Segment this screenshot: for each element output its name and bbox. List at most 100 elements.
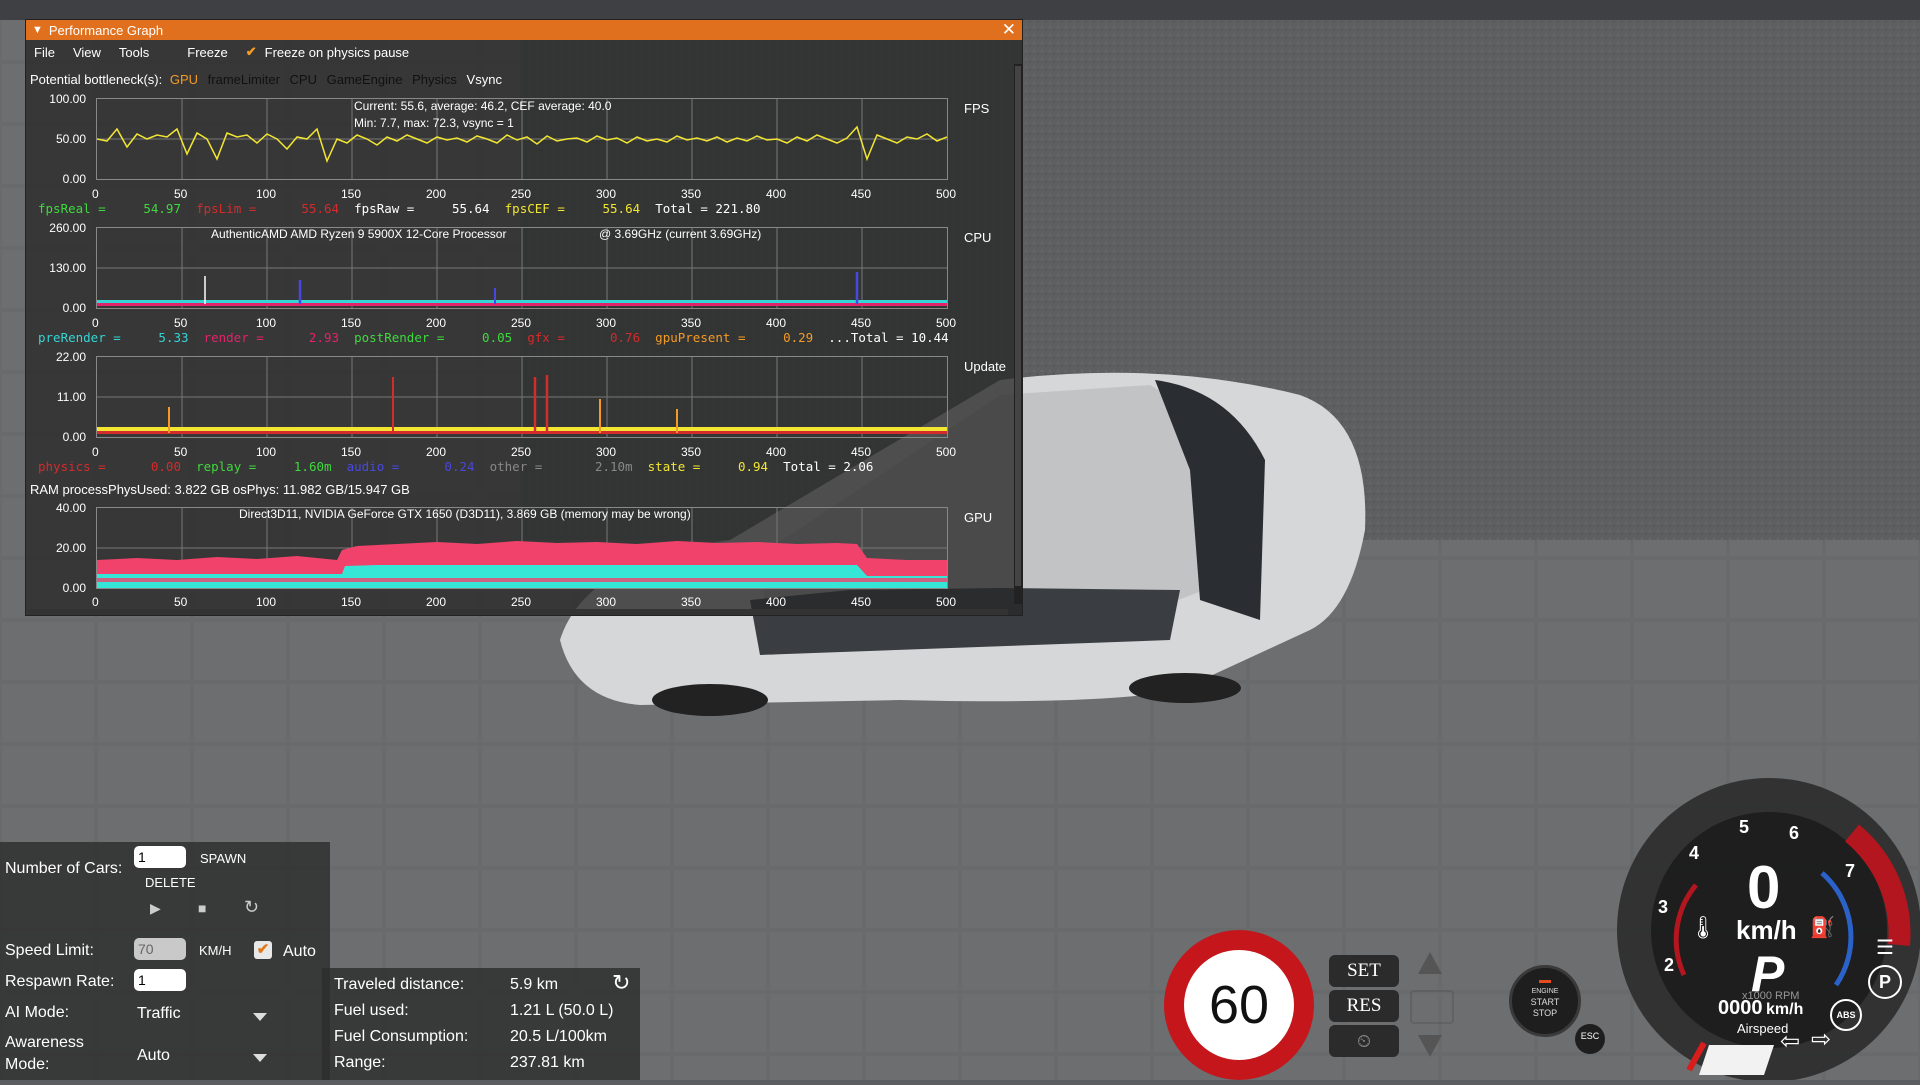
chevron-down-icon[interactable]	[253, 1054, 267, 1062]
checkmark-icon[interactable]: ✔	[246, 44, 257, 60]
speed-readout: 0	[1747, 854, 1781, 921]
fps-xtick: 250	[511, 187, 532, 201]
legend-gpupresent: gpuPresent = 0.29	[655, 330, 814, 345]
menu-file[interactable]: File	[34, 45, 55, 60]
respawn-rate-input[interactable]	[134, 969, 186, 991]
speed-unit: km/h	[1736, 915, 1797, 945]
coolant-temp-icon: 🌡	[1689, 915, 1717, 940]
fps-xtick: 200	[426, 187, 447, 201]
legend-fpslim: fpsLim = 55.64	[196, 201, 340, 216]
update-xtick: 250	[511, 445, 532, 459]
trip-value: 5.9 km	[510, 976, 559, 993]
stop-icon[interactable]: ■	[198, 900, 206, 916]
gauge-num: 7	[1845, 861, 1856, 881]
num-cars-input[interactable]	[134, 846, 186, 868]
legend-render: render = 2.93	[203, 330, 340, 345]
cpu-xtick: 250	[511, 316, 532, 330]
horizontal-scrollbar[interactable]	[28, 609, 1008, 615]
cpu-xtick: 450	[851, 316, 872, 330]
close-icon[interactable]: ✕	[1002, 20, 1016, 40]
freeze-on-physics-pause-toggle[interactable]: Freeze on physics pause	[265, 45, 410, 60]
turn-left-icon: ⇦	[1780, 1028, 1801, 1055]
update-xtick: 400	[766, 445, 787, 459]
cruise-down-icon[interactable]	[1418, 1035, 1442, 1057]
ai-mode-label: AI Mode:	[5, 1004, 70, 1021]
gpu-xtick: 450	[851, 595, 872, 609]
rpm-bar	[1699, 1045, 1774, 1075]
update-xtick: 200	[426, 445, 447, 459]
ram-info: RAM processPhysUsed: 3.822 GB osPhys: 11…	[30, 482, 410, 497]
engine-label-2: START	[1530, 997, 1560, 1007]
bottleneck-vsync: Vsync	[466, 72, 502, 87]
speed-limit-input[interactable]	[134, 938, 186, 960]
esc-button[interactable]: ESC	[1575, 1024, 1605, 1054]
freeze-toggle[interactable]: Freeze	[187, 45, 227, 60]
cruise-distance-icon[interactable]	[1410, 990, 1454, 1024]
scrollbar-thumb[interactable]	[1015, 66, 1021, 586]
cpu-xtick: 300	[596, 316, 617, 330]
window-titlebar[interactable]: ▼ Performance Graph ✕	[26, 20, 1022, 40]
engine-start-stop-button[interactable]: ENGINE START STOP	[1509, 965, 1581, 1037]
gpu-ytick: 0.00	[62, 581, 86, 595]
cpu-ytick: 0.00	[62, 301, 86, 315]
speed-limiter-icon[interactable]: ⏲	[1329, 1025, 1399, 1057]
cpu-xtick: 150	[341, 316, 362, 330]
cruise-up-icon[interactable]	[1418, 952, 1442, 974]
cruise-set-button[interactable]: SET	[1329, 955, 1399, 987]
cpu-xtick: 50	[174, 316, 188, 330]
reset-icon[interactable]: ↻	[612, 970, 630, 996]
fps-ytick: 100.00	[49, 92, 86, 106]
menu-bar: File View Tools Freeze ✔ Freeze on physi…	[26, 40, 1022, 64]
speed-unit-label: KM/H	[199, 943, 232, 958]
legend-prerender: preRender = 5.33	[38, 330, 189, 345]
legend-fpsraw: fpsRaw = 55.64	[354, 201, 490, 216]
menu-view[interactable]: View	[73, 45, 101, 60]
legend-state: state = 0.94	[647, 459, 769, 474]
legend-fpscef: fpsCEF = 55.64	[504, 201, 641, 216]
awareness-label-line2: Mode:	[5, 1056, 50, 1073]
auto-checkbox[interactable]: ✔	[254, 941, 272, 959]
update-graph-label: Update	[964, 359, 1006, 374]
gpu-xtick: 50	[174, 595, 188, 609]
esc-label: ESC	[1580, 1031, 1600, 1041]
bottleneck-framelimiter: frameLimiter	[207, 72, 280, 87]
update-xtick: 350	[681, 445, 702, 459]
spawn-button[interactable]: SPAWN	[200, 851, 246, 866]
speed-limit-value: 60	[1184, 950, 1294, 1060]
fps-info-2: Min: 7.7, max: 72.3, vsync = 1	[354, 116, 514, 130]
update-physics-band	[97, 431, 947, 434]
legend-cpu-total: ...Total = 10.44	[828, 330, 949, 345]
bottleneck-physics: Physics	[412, 72, 457, 87]
gpu-info-1: Direct3D11, NVIDIA GeForce GTX 1650 (D3D…	[239, 507, 691, 521]
bottleneck-cpu: CPU	[289, 72, 317, 87]
cpu-xtick: 200	[426, 316, 447, 330]
trip-value: 20.5 L/100km	[510, 1028, 607, 1045]
cpu-ytick: 260.00	[49, 221, 86, 235]
fps-xtick: 350	[681, 187, 702, 201]
menu-tools[interactable]: Tools	[119, 45, 149, 60]
cpu-info-1: AuthenticAMD AMD Ryzen 9 5900X 12-Core P…	[211, 227, 507, 241]
refresh-icon[interactable]: ↻	[244, 897, 259, 918]
cpu-xtick: 400	[766, 316, 787, 330]
delete-button[interactable]: DELETE	[145, 875, 196, 890]
update-xtick: 50	[174, 445, 188, 459]
vertical-scrollbar[interactable]	[1014, 64, 1022, 604]
bottleneck-gameengine: GameEngine	[326, 72, 403, 87]
ai-mode-select[interactable]: Traffic	[137, 1005, 181, 1023]
cpu-render-band	[97, 303, 947, 306]
update-xtick: 450	[851, 445, 872, 459]
chevron-down-icon[interactable]	[253, 1013, 267, 1021]
engine-label-1: ENGINE	[1531, 988, 1559, 995]
awareness-mode-select[interactable]: Auto	[137, 1047, 170, 1065]
legend-audio: audio = 0.24	[346, 459, 475, 474]
cruise-res-button[interactable]: RES	[1329, 990, 1399, 1022]
speed-limit-label: Speed Limit:	[5, 942, 94, 959]
fps-xtick: 100	[256, 187, 277, 201]
cpu-info-2: @ 3.69GHz (current 3.69GHz)	[599, 227, 762, 241]
bottleneck-gpu: GPU	[169, 72, 199, 87]
fps-xtick: 50	[174, 187, 188, 201]
window-title: Performance Graph	[48, 22, 164, 38]
collapse-icon[interactable]: ▼	[32, 24, 43, 36]
gauge-num: 2	[1664, 955, 1675, 975]
play-icon[interactable]: ▶	[150, 900, 161, 917]
